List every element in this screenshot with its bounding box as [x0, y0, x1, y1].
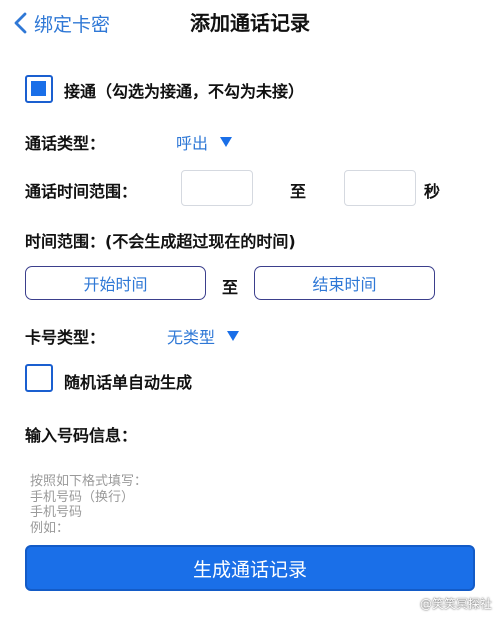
connected-checkbox[interactable] — [25, 75, 53, 103]
watermark: @笑笑冥探社 — [419, 597, 492, 611]
duration-max-input[interactable] — [344, 170, 416, 206]
time-range-label: 时间范围：(不会生成超过现在的时间) — [25, 232, 296, 251]
call-type-dropdown[interactable]: 呼出 — [176, 130, 233, 154]
textarea-placeholder-line: 例如： — [30, 520, 70, 536]
card-type-value: 无类型 — [167, 328, 216, 347]
dropdown-triangle-icon — [220, 137, 233, 147]
textarea-placeholder-line: 按照如下格式填写： — [30, 474, 148, 489]
duration-min-input[interactable] — [181, 170, 253, 206]
connected-label: 接通（勾选为接通，不勾为未接） — [64, 82, 305, 101]
duration-separator: 至 — [290, 182, 307, 201]
random-auto-checkbox[interactable] — [25, 364, 53, 392]
duration-range-label: 通话时间范围： — [25, 182, 138, 201]
start-time-button[interactable]: 开始时间 — [25, 266, 206, 300]
time-range-separator: 至 — [222, 278, 239, 297]
random-auto-label: 随机话单自动生成 — [64, 373, 193, 392]
number-input-label: 输入号码信息： — [25, 426, 138, 445]
textarea-placeholder-line: 手机号码 — [30, 505, 83, 520]
generate-call-record-button[interactable]: 生成通话记录 — [25, 545, 475, 591]
end-time-button[interactable]: 结束时间 — [254, 266, 435, 300]
dropdown-triangle-icon — [227, 331, 240, 341]
card-type-label: 卡号类型： — [25, 328, 106, 347]
call-type-label: 通话类型： — [25, 134, 106, 153]
number-textarea[interactable]: 按照如下格式填写： 手机号码（换行） 手机号码 例如： — [30, 474, 470, 536]
textarea-placeholder-line: 手机号码（换行） — [30, 489, 135, 505]
card-type-dropdown[interactable]: 无类型 — [167, 324, 240, 348]
call-type-value: 呼出 — [176, 134, 209, 153]
duration-unit: 秒 — [424, 182, 441, 201]
page-title: 添加通话记录 — [190, 11, 310, 35]
